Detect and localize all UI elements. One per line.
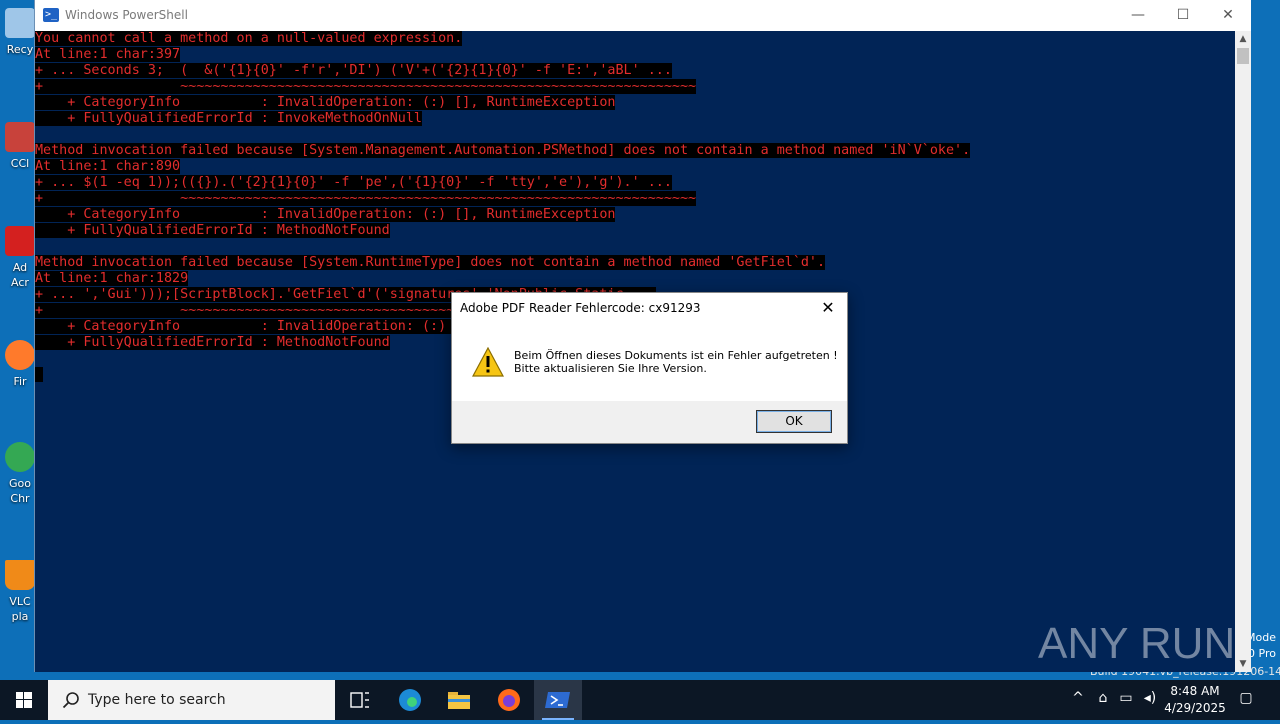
taskbar-edge-button[interactable] [386, 680, 434, 720]
console-line-text: + ~~~~~~~~~~~~~~~~~~~~~~~~~~~~~~~~~~~~~~… [35, 79, 697, 94]
task-view-icon [350, 692, 369, 708]
console-line: At line:1 char:1829 [35, 271, 1235, 287]
minimize-button[interactable]: — [1115, 0, 1161, 31]
console-line: + ~~~~~~~~~~~~~~~~~~~~~~~~~~~~~~~~~~~~~~… [35, 79, 1235, 95]
watermark-text: ANY RUN [1038, 619, 1235, 668]
tray-device-icon[interactable]: ⌂ [1093, 690, 1113, 706]
dialog-message: Beim Öffnen dieses Dokuments ist ein Feh… [514, 349, 838, 375]
window-title: Windows PowerShell [65, 8, 188, 22]
dialog-message-line-2: Bitte aktualisieren Sie Ihre Version. [514, 362, 707, 375]
dialog-body: Beim Öffnen dieses Dokuments ist ein Feh… [452, 327, 847, 401]
console-line-text: Method invocation failed because [System… [35, 143, 971, 158]
console-line: + ... Seconds 3; ( &('{1}{0}' -f'r','DI'… [35, 63, 1235, 79]
anyrun-watermark: ANY RUN [1038, 619, 1235, 668]
console-line-text: At line:1 char:890 [35, 159, 181, 174]
network-icon[interactable]: ▭ [1116, 690, 1136, 706]
search-icon [62, 692, 79, 709]
tray-chevron-icon[interactable]: ^ [1068, 690, 1088, 706]
powershell-titlebar[interactable]: >_ Windows PowerShell — ☐ ✕ [35, 0, 1251, 31]
console-line: Method invocation failed because [System… [35, 255, 1235, 271]
console-line: + FullyQualifiedErrorId : InvokeMethodOn… [35, 111, 1235, 127]
volume-icon[interactable]: ◂) [1140, 690, 1160, 706]
recycle-bin-icon [5, 8, 35, 38]
dialog-title: Adobe PDF Reader Fehlercode: cx91293 [460, 301, 701, 315]
vertical-scrollbar[interactable]: ▲ ▼ [1235, 31, 1251, 672]
taskbar-powershell-button[interactable] [534, 680, 582, 720]
console-line: + FullyQualifiedErrorId : MethodNotFound [35, 223, 1235, 239]
console-line-text: You cannot call a method on a null-value… [35, 31, 463, 46]
console-line-text: + FullyQualifiedErrorId : InvokeMethodOn… [35, 111, 422, 126]
folder-icon [448, 692, 470, 709]
console-line: You cannot call a method on a null-value… [35, 31, 1235, 47]
error-dialog[interactable]: Adobe PDF Reader Fehlercode: cx91293 ✕ B… [451, 292, 848, 444]
edge-icon [399, 689, 421, 711]
console-line-text: At line:1 char:397 [35, 47, 181, 62]
dialog-close-icon[interactable]: ✕ [815, 296, 841, 320]
ok-button[interactable]: OK [756, 410, 832, 433]
chrome-icon [5, 442, 35, 472]
taskbar-firefox-button[interactable] [485, 680, 533, 720]
acrobat-icon [5, 226, 35, 256]
clock-date[interactable]: 4/29/2025 [1164, 701, 1226, 715]
console-line-text: + ... Seconds 3; ( &('{1}{0}' -f'r','DI'… [35, 63, 672, 78]
dialog-footer: OK [452, 401, 847, 443]
console-line: + ~~~~~~~~~~~~~~~~~~~~~~~~~~~~~~~~~~~~~~… [35, 191, 1235, 207]
console-line-text: At line:1 char:1829 [35, 271, 189, 286]
search-placeholder: Type here to search [88, 692, 226, 708]
powershell-icon: >_ [43, 8, 59, 22]
clock-time[interactable]: 8:48 AM [1166, 684, 1224, 698]
powershell-icon [545, 692, 570, 708]
taskbar-file-explorer-button[interactable] [435, 680, 483, 720]
dialog-message-line-1: Beim Öffnen dieses Dokuments ist ein Feh… [514, 349, 838, 362]
console-line-text: Method invocation failed because [System… [35, 255, 826, 270]
console-line: At line:1 char:890 [35, 159, 1235, 175]
ccleaner-icon [5, 122, 35, 152]
notification-icon[interactable]: ▢ [1236, 690, 1256, 706]
close-button[interactable]: ✕ [1205, 0, 1251, 31]
console-line: At line:1 char:397 [35, 47, 1235, 63]
console-line-text: + FullyQualifiedErrorId : MethodNotFound [35, 223, 390, 238]
task-view-button[interactable] [336, 680, 384, 720]
console-line-text: + ... $(1 -eq 1));(({}).('{2}{1}{0}' -f … [35, 175, 672, 190]
taskbar-search[interactable]: Type here to search [48, 680, 335, 720]
scroll-up-arrow-icon[interactable]: ▲ [1235, 31, 1251, 47]
console-line-text: + CategoryInfo : InvalidOperation: (:) [… [35, 95, 616, 110]
console-cursor [35, 367, 44, 382]
console-line: + ... $(1 -eq 1));(({}).('{2}{1}{0}' -f … [35, 175, 1235, 191]
console-line-text: + ~~~~~~~~~~~~~~~~~~~~~~~~~~~~~~~~~~~~~~… [35, 191, 697, 206]
console-line: Method invocation failed because [System… [35, 143, 1235, 159]
console-line-text: + CategoryInfo : InvalidOperation: (:) [… [35, 207, 616, 222]
start-button[interactable] [0, 680, 48, 720]
maximize-button[interactable]: ☐ [1160, 0, 1206, 31]
scroll-thumb[interactable] [1237, 48, 1249, 64]
vlc-icon [5, 560, 35, 590]
firefox-icon [5, 340, 35, 370]
console-line: + CategoryInfo : InvalidOperation: (:) [… [35, 207, 1235, 223]
console-line: + CategoryInfo : InvalidOperation: (:) [… [35, 95, 1235, 111]
windows-logo-icon [16, 692, 32, 708]
taskbar: Type here to search ^ ⌂ ▭ ◂) 8:48 AM 4/2… [0, 680, 1280, 720]
warning-icon [472, 347, 504, 377]
firefox-icon [498, 689, 520, 711]
console-line-text: + FullyQualifiedErrorId : MethodNotFound [35, 335, 390, 350]
